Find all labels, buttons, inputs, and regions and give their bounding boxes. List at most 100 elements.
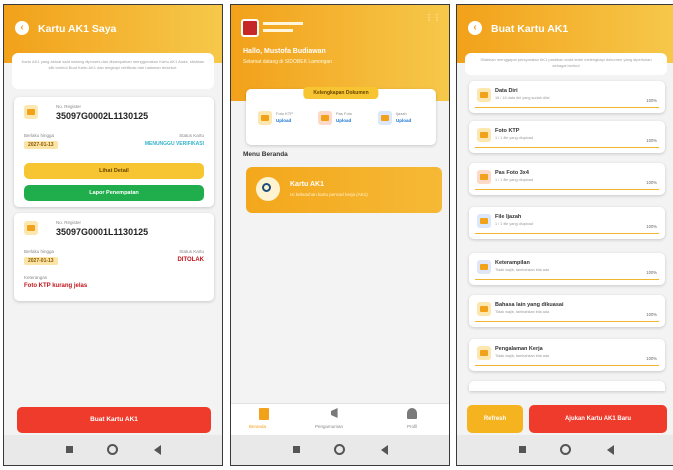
- item-file-ijazah[interactable]: File Ijazah 1 / 1 file yang diupload 100…: [469, 207, 665, 239]
- foto-ktp-icon[interactable]: [258, 111, 272, 125]
- tab-beranda[interactable]: Beranda: [249, 424, 266, 429]
- status-badge: MENUNGGU VERIFIKASI: [144, 141, 204, 147]
- home-icon[interactable]: [334, 444, 345, 455]
- doc-status[interactable]: Upload: [276, 118, 291, 123]
- back-nav-icon[interactable]: [381, 445, 388, 455]
- refresh-button[interactable]: Refresh: [467, 405, 523, 433]
- card-icon: [24, 221, 38, 235]
- item-pengalaman-kerja[interactable]: Pengalaman Kerja Tidak wajib, tambahkan …: [469, 339, 665, 371]
- recents-icon[interactable]: [519, 446, 526, 453]
- date-label: Berlaku hingga: [24, 249, 55, 254]
- item-percent: 100%: [646, 224, 657, 229]
- item-title: Foto KTP: [495, 128, 520, 134]
- item-title: Pas Foto 3x4: [495, 170, 529, 176]
- profile-icon[interactable]: [407, 408, 417, 419]
- reg-label: No. Register: [56, 104, 82, 109]
- home-icon[interactable]: [107, 444, 118, 455]
- date-badge: 2027-01-13: [24, 257, 58, 265]
- status-label: Status Kartu: [179, 133, 204, 138]
- doc-status[interactable]: Upload: [336, 118, 351, 123]
- ajukan-kartu-button[interactable]: Ajukan Kartu AK1 Baru: [529, 405, 667, 433]
- date-label: Berlaku hingga: [24, 133, 55, 138]
- doc-label: Ijazah: [396, 111, 407, 116]
- item-partial: [469, 381, 665, 391]
- item-percent: 100%: [646, 312, 657, 317]
- item-percent: 100%: [646, 356, 657, 361]
- android-nav-bar: [231, 435, 449, 465]
- recents-icon[interactable]: [66, 446, 73, 453]
- doc-label: Pas Foto: [336, 111, 353, 116]
- home-icon[interactable]: [560, 444, 571, 455]
- item-percent: 100%: [646, 270, 657, 275]
- certificate-icon: [477, 214, 491, 228]
- note-label: Keterangan: [24, 275, 48, 280]
- back-nav-icon[interactable]: [607, 445, 614, 455]
- kartu-ak1-menu-card[interactable]: Kartu AK1 Isi kebutuhan kartu pencari ke…: [246, 167, 442, 213]
- intro-text: Kartu AK1 yang aktual saat sedang dipros…: [21, 59, 205, 70]
- pas-foto-icon[interactable]: [318, 111, 332, 125]
- item-title: Bahasa lain yang dikuasai: [495, 302, 564, 308]
- android-nav-bar: [4, 435, 222, 465]
- screen-beranda: ⋮⋮ Hallo, Mustofa Budiawan Selamat datan…: [230, 4, 450, 466]
- menu-card-sub: Isi kebutuhan kartu pencari kerja (AK1): [290, 192, 368, 197]
- ak1-card-2: No. Register 35097G0001L1130125 Berlaku …: [14, 213, 214, 301]
- home-tab-icon[interactable]: [259, 408, 269, 420]
- reg-label: No. Register: [56, 220, 82, 225]
- item-percent: 100%: [646, 180, 657, 185]
- welcome-sub: Selamat datang di SIDOBEK Lamongan: [243, 59, 332, 65]
- progress-bar: [475, 320, 659, 322]
- search-card-icon: [256, 177, 280, 201]
- item-bahasa[interactable]: Bahasa lain yang dikuasai Tidak wajib, t…: [469, 295, 665, 327]
- ak1-card-1: No. Register 35097G0002L1130125 Berlaku …: [14, 97, 214, 207]
- skill-icon: [477, 260, 491, 274]
- intro-panel: Silahkan menggapai persyaratan AK1 pasti…: [465, 53, 667, 75]
- lihat-detail-button[interactable]: Lihat Detail: [24, 163, 204, 179]
- menu-grid-icon[interactable]: ⋮⋮: [425, 13, 441, 22]
- intro-text: Silahkan menggapai persyaratan AK1 pasti…: [480, 57, 652, 68]
- progress-bar: [475, 106, 659, 108]
- menu-beranda-title: Menu Beranda: [243, 151, 288, 158]
- photo-icon: [477, 170, 491, 184]
- item-sub: 1 / 1 file yang diupload: [495, 136, 533, 140]
- briefcase-icon: [477, 346, 491, 360]
- item-sub: Tidak wajib, tambahkan bila ada: [495, 310, 550, 314]
- kelengkapan-dokumen-panel: Kelengkapan Dokumen Foto KTP Upload Pas …: [246, 87, 436, 145]
- item-percent: 100%: [646, 98, 657, 103]
- item-title: Keterampilan: [495, 260, 530, 266]
- recents-icon[interactable]: [293, 446, 300, 453]
- welcome-text: Hallo, Mustofa Budiawan: [243, 48, 326, 55]
- back-nav-icon[interactable]: [154, 445, 161, 455]
- item-foto-ktp[interactable]: Foto KTP 1 / 1 file yang diupload 100%: [469, 121, 665, 153]
- tab-profil[interactable]: Profil: [407, 424, 417, 429]
- megaphone-icon[interactable]: [331, 408, 338, 418]
- item-sub: 1 / 1 file yang diupload: [495, 178, 533, 182]
- item-title: File Ijazah: [495, 214, 522, 220]
- back-icon[interactable]: ‹: [468, 21, 482, 35]
- item-keterampilan[interactable]: Keterampilan Tidak wajib, tambahkan bila…: [469, 253, 665, 285]
- screen-buat-kartu-ak1: ‹ Buat Kartu AK1 Silahkan menggapai pers…: [456, 4, 673, 466]
- lapor-penempatan-button[interactable]: Lapor Penempatan: [24, 185, 204, 201]
- logo-text-line: [263, 29, 293, 32]
- three-screen-collage: ‹ Kartu AK1 Saya Kartu AK1 yang aktual s…: [0, 0, 673, 470]
- progress-bar: [475, 188, 659, 190]
- bottom-tab-bar: Beranda Pengumuman Profil: [231, 403, 449, 435]
- reg-number: 35097G0002L1130125: [56, 111, 149, 121]
- doc-status[interactable]: Upload: [396, 118, 411, 123]
- ktp-icon: [477, 128, 491, 142]
- buat-kartu-ak1-button[interactable]: Buat Kartu AK1: [17, 407, 211, 433]
- item-pas-foto[interactable]: Pas Foto 3x4 1 / 1 file yang diupload 10…: [469, 163, 665, 195]
- card-icon: [24, 105, 38, 119]
- tab-pengumuman[interactable]: Pengumuman: [315, 424, 343, 429]
- item-sub: 16 / 16 data diri yang sudah diisi: [495, 96, 550, 100]
- back-icon[interactable]: ‹: [15, 21, 29, 35]
- note-text: Foto KTP kurang jelas: [24, 283, 88, 289]
- ijazah-icon[interactable]: [378, 111, 392, 125]
- item-data-diri[interactable]: Data Diri 16 / 16 data diri yang sudah d…: [469, 81, 665, 113]
- item-sub: Tidak wajib, tambahkan bila ada: [495, 354, 550, 358]
- intro-panel: Kartu AK1 yang aktual saat sedang dipros…: [12, 53, 214, 89]
- page-title: Buat Kartu AK1: [491, 23, 569, 35]
- item-sub: Tidak wajib, tambahkan bila ada: [495, 268, 550, 272]
- progress-bar: [475, 146, 659, 148]
- app-logo-icon: [241, 19, 259, 37]
- progress-bar: [475, 232, 659, 234]
